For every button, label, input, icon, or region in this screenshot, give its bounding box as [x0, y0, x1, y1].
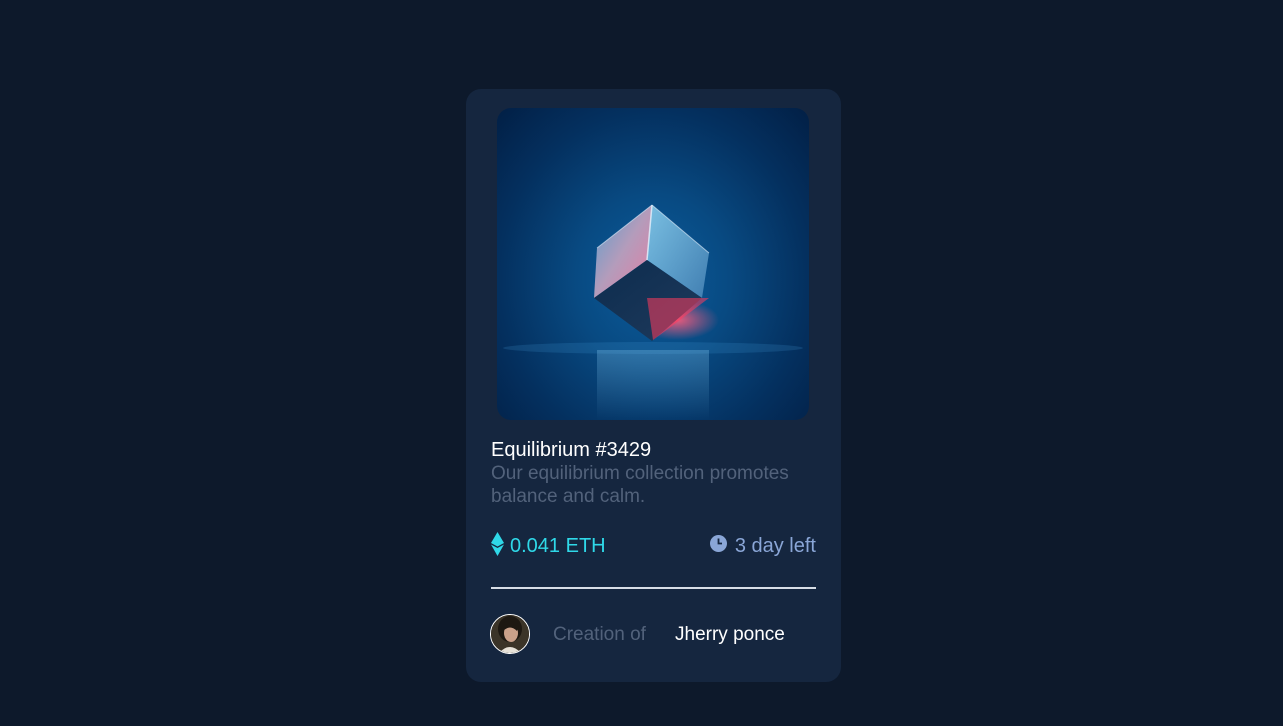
avatar-image [491, 615, 529, 653]
creation-label: Creation of [553, 624, 646, 645]
time-left-value: 3 day left [734, 535, 816, 557]
nft-title[interactable]: Equilibrium #3429 [491, 439, 651, 462]
cube-artwork [503, 204, 803, 420]
nft-image[interactable] [497, 108, 809, 420]
clock-icon [709, 535, 727, 552]
nft-description: Our equilibrium collection promotes bala… [491, 463, 789, 507]
ethereum-icon [491, 531, 504, 556]
time-left: 3 day left [709, 535, 816, 558]
price: 0.041 ETH [491, 531, 606, 558]
avatar [490, 614, 530, 654]
nft-card: Equilibrium #3429 Our equilibrium collec… [466, 89, 841, 682]
creator-name-link[interactable]: Jherry ponce [675, 624, 785, 646]
price-value: 0.041 ETH [510, 535, 606, 557]
divider [491, 587, 816, 589]
